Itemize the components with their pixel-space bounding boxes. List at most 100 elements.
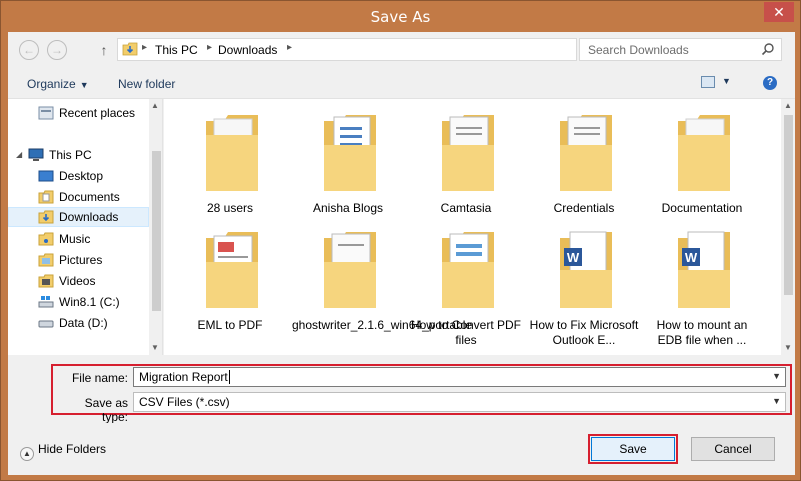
folder-tile[interactable]: Camtasia <box>410 99 522 219</box>
nav-item-recent-places[interactable]: Recent places <box>8 103 149 123</box>
save-as-type-label: Save as type: <box>84 396 128 424</box>
nav-item-label: Recent places <box>59 106 136 120</box>
crumb-separator[interactable]: ▸ <box>207 42 212 53</box>
scroll-down-icon[interactable]: ▼ <box>151 343 159 352</box>
search-box[interactable]: Search Downloads <box>579 38 782 61</box>
save-as-dialog: Save As ✕ ← → ↑ ▸ This PC ▸ Downloads ▸ … <box>0 0 801 481</box>
folder-tile[interactable]: EML to PDF <box>174 216 286 336</box>
svg-text:W: W <box>685 250 698 265</box>
file-name-value: Migration Report <box>139 370 228 384</box>
command-bar: Organize ▼ New folder ▼ ? <box>8 68 795 99</box>
folder-name: How to mount an EDB file when ... <box>656 318 748 347</box>
save-as-type-select[interactable]: CSV Files (*.csv) ▼ <box>133 392 786 412</box>
nav-item-desktop[interactable]: Desktop <box>8 166 149 186</box>
cancel-button[interactable]: Cancel <box>691 437 775 461</box>
file-list: 28 users Anisha Blogs Camtasia Credentia… <box>164 99 781 355</box>
nav-item-label: Desktop <box>59 169 104 183</box>
view-options-dropdown-icon[interactable]: ▼ <box>722 76 731 86</box>
nav-item-label: Pictures <box>59 253 103 267</box>
nav-item-music[interactable]: Music <box>8 229 149 249</box>
nav-item-drive-c[interactable]: Win8.1 (C:) <box>8 292 149 312</box>
crumb-separator[interactable]: ▸ <box>287 42 292 53</box>
crumb-this-pc[interactable]: This PC <box>155 43 198 57</box>
folder-name: Anisha Blogs <box>312 201 384 215</box>
folder-tile[interactable]: ghostwriter_2.1.6_win64_portable <box>292 216 473 336</box>
music-icon <box>38 232 54 246</box>
nav-item-label: Downloads <box>59 210 119 224</box>
close-icon: ✕ <box>773 4 785 20</box>
help-icon[interactable]: ? <box>763 76 777 90</box>
dialog-title: Save As <box>370 8 431 26</box>
nav-item-label: This PC <box>49 148 92 162</box>
nav-scrollbar[interactable]: ▲ ▼ <box>149 99 162 355</box>
nav-item-videos[interactable]: Videos <box>8 271 149 291</box>
desktop-icon <box>38 170 54 182</box>
dialog-client: ← → ↑ ▸ This PC ▸ Downloads ▸ ▾ ↻ Search… <box>8 32 795 475</box>
folder-name: ghostwriter_2.1.6_win64_portable <box>292 318 473 332</box>
drive-d-icon <box>38 320 54 328</box>
folder-name: Credentials <box>553 201 615 215</box>
hide-folders-button[interactable]: ▲ Hide Folders <box>20 442 106 461</box>
file-list-scroll-thumb[interactable] <box>784 115 793 295</box>
folder-tile[interactable]: Anisha Blogs <box>292 99 404 219</box>
chevron-up-icon: ▲ <box>20 447 34 461</box>
nav-item-documents[interactable]: Documents <box>8 187 149 207</box>
crumb-downloads[interactable]: Downloads <box>218 43 277 57</box>
dialog-footer: ▲ Hide Folders Save Cancel <box>8 423 795 475</box>
new-folder-button[interactable]: New folder <box>118 77 175 91</box>
scroll-up-icon[interactable]: ▲ <box>784 101 792 110</box>
back-button[interactable]: ← <box>19 40 39 60</box>
title-bar[interactable]: Save As ✕ <box>1 1 800 32</box>
change-view-icon[interactable] <box>701 76 715 88</box>
folder-tile[interactable]: How to Convert PDF files <box>410 216 522 347</box>
save-as-type-value: CSV Files (*.csv) <box>139 395 230 409</box>
folder-name: How to Fix Microsoft Outlook E... <box>529 318 639 347</box>
nav-item-pictures[interactable]: Pictures <box>8 250 149 270</box>
scroll-down-icon[interactable]: ▼ <box>784 343 792 352</box>
collapse-arrow-icon[interactable]: ◢ <box>16 150 22 159</box>
folder-icon <box>678 115 730 191</box>
computer-icon <box>28 148 44 161</box>
forward-button[interactable]: → <box>47 40 67 60</box>
folder-tile[interactable]: Credentials <box>528 99 640 219</box>
hide-folders-label: Hide Folders <box>38 442 107 456</box>
chevron-down-icon[interactable]: ▼ <box>772 396 781 406</box>
file-name-input[interactable]: Migration Report ▼ <box>133 367 786 387</box>
nav-item-downloads[interactable]: Downloads <box>8 207 149 227</box>
address-bar[interactable]: ▸ This PC ▸ Downloads ▸ ▾ ↻ <box>117 38 661 61</box>
folder-tile[interactable]: 28 users <box>174 99 286 219</box>
folder-name: 28 users <box>206 201 254 215</box>
folder-name: EML to PDF <box>197 318 263 332</box>
chevron-down-icon[interactable]: ▼ <box>772 371 781 381</box>
up-arrow-icon: ↑ <box>100 42 108 58</box>
downloads-icon <box>38 210 54 224</box>
crumb-separator[interactable]: ▸ <box>142 42 147 53</box>
save-button[interactable]: Save <box>591 437 675 461</box>
file-list-scrollbar[interactable]: ▲ ▼ <box>781 99 795 355</box>
nav-item-this-pc[interactable]: ◢ This PC <box>8 145 149 165</box>
text-caret <box>228 370 230 384</box>
search-icon[interactable] <box>761 42 775 56</box>
up-button[interactable]: ↑ <box>96 40 112 60</box>
folder-name: How to Convert PDF files <box>410 318 522 347</box>
scroll-up-icon[interactable]: ▲ <box>151 101 159 110</box>
folder-with-word-document-icon: W <box>560 231 612 308</box>
nav-item-drive-d[interactable]: Data (D:) <box>8 313 149 333</box>
folder-tile[interactable]: W How to Fix Microsoft Outlook E... <box>528 216 640 347</box>
close-button[interactable]: ✕ <box>764 2 794 22</box>
pictures-icon <box>38 253 54 267</box>
nav-item-label: Data (D:) <box>59 316 108 330</box>
folder-tile[interactable]: W How to mount an EDB file when ... <box>646 216 758 347</box>
folder-with-documents-icon <box>324 232 376 308</box>
nav-scroll-thumb[interactable] <box>152 151 161 311</box>
folder-with-documents-icon <box>442 232 494 308</box>
folder-tile[interactable]: Documentation <box>646 99 758 219</box>
organize-button[interactable]: Organize ▼ <box>27 77 89 91</box>
nav-item-label: Win8.1 (C:) <box>59 295 120 309</box>
documents-icon <box>38 190 54 204</box>
videos-icon <box>38 274 54 288</box>
drive-c-icon <box>38 296 54 308</box>
folder-name: Documentation <box>661 201 743 215</box>
navigation-pane: Recent places ◢ This PC Desktop Document… <box>8 99 163 355</box>
save-fields: File name: Migration Report ▼ Save as ty… <box>8 355 795 424</box>
